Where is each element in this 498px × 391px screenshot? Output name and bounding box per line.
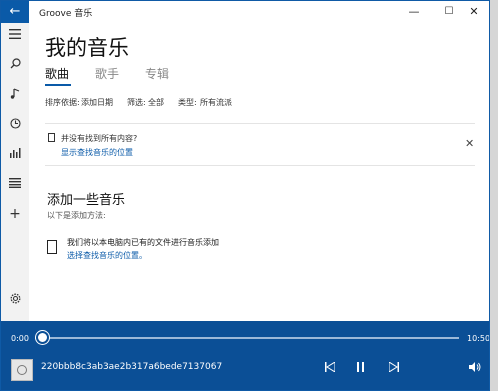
show-locations-link[interactable]: 显示查找音乐的位置 [61,147,133,158]
close-button[interactable]: ✕ [461,4,487,20]
add-music-heading: 添加一些音乐 [47,193,126,208]
music-note-icon[interactable] [1,86,29,106]
phone-icon [48,133,55,142]
active-tab-underline [45,84,71,86]
divider [45,123,475,124]
total-time: 10:50 [467,334,490,343]
page-title: 我的音乐 [45,36,129,60]
add-icon[interactable]: + [1,204,29,224]
search-icon[interactable] [1,56,29,76]
seek-bar[interactable] [35,337,459,339]
sort-dropdown[interactable]: 添加日期 [81,97,113,108]
recent-icon[interactable] [1,116,29,136]
volume-icon[interactable] [469,362,481,375]
tab-songs[interactable]: 歌曲 [45,65,69,82]
seek-thumb[interactable] [36,331,49,344]
divider [45,165,475,166]
dismiss-notice-icon[interactable]: ✕ [465,137,474,150]
next-icon[interactable] [388,361,399,375]
desktop-edge [490,0,498,391]
back-button[interactable]: ← [1,1,29,23]
maximize-button[interactable]: ☐ [436,4,462,20]
tab-artists[interactable]: 歌手 [95,65,119,82]
genre-dropdown[interactable]: 所有流派 [200,97,232,108]
genre-label: 类型: [178,98,197,107]
track-name[interactable]: 220bbb8c3ab3ae2b317a6bede7137067 [41,362,222,372]
sort-label: 排序依据: [45,98,80,107]
minimize-button[interactable]: — [401,4,427,20]
previous-icon[interactable] [325,361,336,375]
device-icon [47,240,57,254]
choose-locations-link[interactable]: 选择查找音乐的位置。 [67,250,147,261]
now-playing-bar: 0:00 10:50 220bbb8c3ab3ae2b317a6bede7137… [1,321,490,390]
groove-window: ← Groove 音乐 — ☐ ✕ + 我的音乐 歌曲 歌手 专辑 排序依据: … [0,0,490,391]
hamburger-icon[interactable] [1,26,29,46]
add-option-text: 我们将以本电脑内已有的文件进行音乐添加 [67,238,219,247]
main-content: 我的音乐 歌曲 歌手 专辑 排序依据: 添加日期 筛选: 全部 类型: 所有流派… [29,23,489,321]
chart-icon[interactable] [1,145,29,165]
back-arrow-icon: ← [9,4,21,19]
sidebar: + [1,23,29,321]
settings-icon[interactable] [1,291,29,311]
app-title: Groove 音乐 [39,9,93,19]
playlist-icon[interactable] [1,175,29,195]
filter-label: 筛选: [127,98,146,107]
tab-albums[interactable]: 专辑 [145,65,169,82]
notice-text: 并没有找到所有内容? [61,134,138,143]
title-bar: ← Groove 音乐 — ☐ ✕ [1,1,489,23]
pause-icon[interactable] [357,362,365,375]
add-music-subheading: 以下是添加方法: [47,211,106,220]
filter-dropdown[interactable]: 全部 [148,97,164,108]
current-time: 0:00 [11,334,29,343]
disc-icon [17,365,27,375]
album-art[interactable] [11,359,33,381]
